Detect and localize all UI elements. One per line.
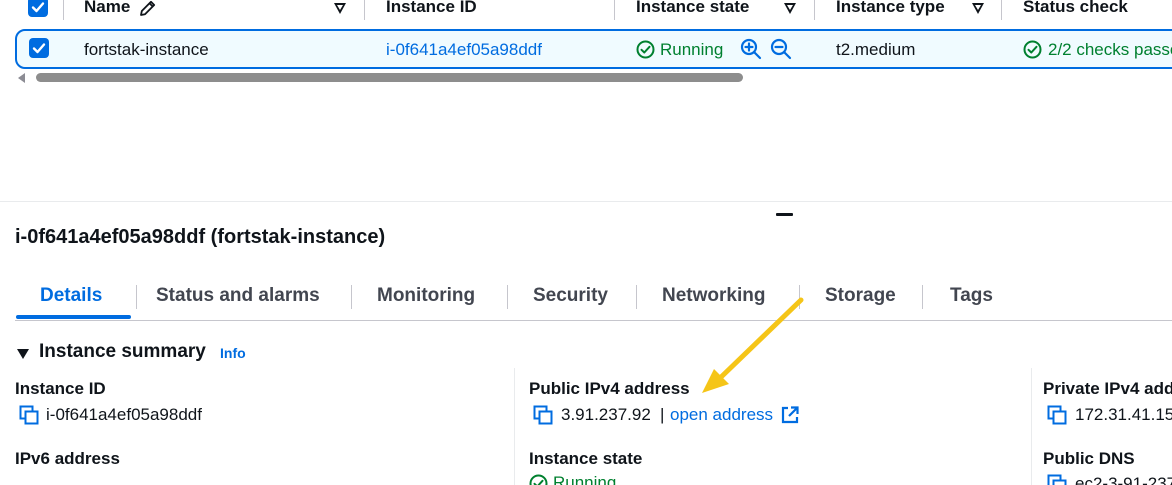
- public-ipv4-label: Public IPv4 address: [529, 379, 690, 398]
- panel-title: i-0f641a4ef05a98ddf (fortstak-instance): [15, 226, 386, 248]
- section-title: Instance summary: [39, 341, 206, 362]
- copy-icon[interactable]: [19, 405, 39, 430]
- public-dns-value: ec2-3-91-237-92: [1075, 474, 1172, 485]
- column-header-name[interactable]: Name: [84, 0, 130, 17]
- tab-security[interactable]: Security: [533, 285, 608, 307]
- tab-separator: [136, 285, 137, 309]
- instance-id-value: i-0f641a4ef05a98ddf: [46, 405, 202, 424]
- tab-details[interactable]: Details: [40, 285, 102, 307]
- cell-name: fortstak-instance: [84, 40, 209, 59]
- tab-separator: [507, 285, 508, 309]
- public-dns-label: Public DNS: [1043, 449, 1135, 468]
- table-row[interactable]: fortstak-instance i-0f641a4ef05a98ddf Ru…: [15, 29, 1172, 69]
- check-circle-icon: [636, 40, 655, 64]
- caret-down-icon[interactable]: [17, 349, 29, 359]
- tab-separator: [636, 285, 637, 309]
- tab-separator: [799, 285, 800, 309]
- column-header-instance-id[interactable]: Instance ID: [386, 0, 477, 17]
- column-divider: [514, 368, 515, 485]
- details-tabs: Details Status and alarms Monitoring Sec…: [15, 280, 1172, 322]
- copy-icon[interactable]: [1047, 405, 1067, 430]
- resize-handle-icon[interactable]: [776, 213, 793, 216]
- column-header-instance-state[interactable]: Instance state: [636, 0, 749, 17]
- select-all-checkbox[interactable]: [28, 0, 48, 17]
- horizontal-scrollbar[interactable]: [18, 71, 1168, 83]
- scrollbar-thumb[interactable]: [36, 73, 743, 82]
- cell-instance-type: t2.medium: [836, 40, 916, 59]
- copy-icon[interactable]: [1047, 474, 1067, 485]
- column-separator: [814, 0, 815, 20]
- column-separator: [1001, 0, 1002, 20]
- column-divider: [1031, 368, 1032, 485]
- tab-storage[interactable]: Storage: [825, 285, 896, 307]
- zoom-in-icon[interactable]: [740, 38, 762, 65]
- column-header-status-check[interactable]: Status check: [1023, 0, 1128, 17]
- copy-icon[interactable]: [533, 405, 553, 430]
- tab-separator: [351, 285, 352, 309]
- tab-monitoring[interactable]: Monitoring: [377, 285, 475, 307]
- cell-instance-id-link[interactable]: i-0f641a4ef05a98ddf: [386, 40, 542, 60]
- active-tab-indicator: [16, 315, 131, 319]
- check-icon: [31, 2, 45, 13]
- check-circle-icon: [1023, 40, 1042, 64]
- instance-id-label: Instance ID: [15, 379, 106, 398]
- info-link[interactable]: Info: [220, 345, 246, 361]
- external-link-icon[interactable]: [780, 405, 800, 430]
- private-ipv4-value: 172.31.41.15: [1075, 405, 1172, 424]
- column-separator: [63, 0, 64, 20]
- filter-triangle-icon[interactable]: [334, 3, 346, 14]
- column-header-instance-type[interactable]: Instance type: [836, 0, 945, 17]
- filter-triangle-icon[interactable]: [972, 3, 984, 14]
- open-address-link[interactable]: open address: [670, 405, 773, 425]
- private-ipv4-label: Private IPv4 addresses: [1043, 379, 1172, 398]
- ec2-console: Name Instance ID Instance state Instance…: [0, 0, 1172, 485]
- tab-tags[interactable]: Tags: [950, 285, 993, 307]
- instance-state-value: Running: [553, 473, 617, 485]
- tab-networking[interactable]: Networking: [662, 285, 765, 307]
- filter-triangle-icon[interactable]: [784, 3, 796, 14]
- public-ipv4-value: 3.91.237.92: [561, 405, 651, 424]
- separator-pipe: |: [660, 405, 665, 424]
- row-checkbox[interactable]: [29, 38, 49, 58]
- pane-divider: [0, 201, 1172, 202]
- column-separator: [364, 0, 365, 20]
- cell-instance-state: Running: [660, 40, 724, 59]
- instance-state-label: Instance state: [529, 449, 643, 468]
- scroll-left-arrow-icon[interactable]: [18, 73, 25, 83]
- ipv6-address-label: IPv6 address: [15, 449, 120, 468]
- tabs-divider: [15, 320, 1172, 321]
- zoom-out-icon[interactable]: [770, 38, 792, 65]
- cell-status-check: 2/2 checks passed: [1048, 40, 1172, 59]
- check-circle-icon: [529, 474, 548, 485]
- tab-separator: [922, 285, 923, 309]
- table-header: Name Instance ID Instance state Instance…: [0, 0, 1172, 22]
- check-icon: [32, 43, 46, 54]
- tab-status-and-alarms[interactable]: Status and alarms: [156, 285, 320, 307]
- column-separator: [614, 0, 615, 20]
- edit-pencil-icon[interactable]: [138, 0, 157, 23]
